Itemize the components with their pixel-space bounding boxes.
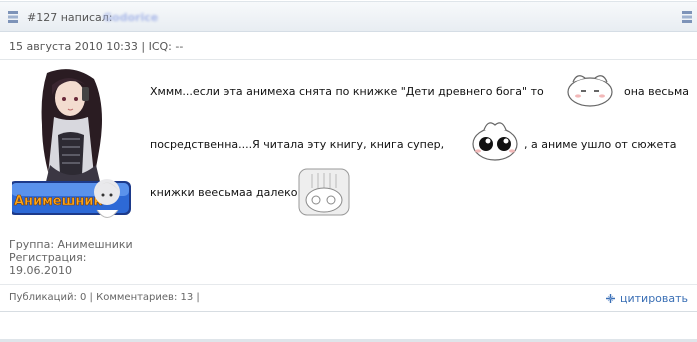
user-group: Группа: Анимешники bbox=[9, 238, 133, 251]
comment-post: #127 написал: Godorice 15 августа 2010 1… bbox=[0, 0, 697, 342]
quote-link[interactable]: цитировать bbox=[606, 292, 688, 305]
post-menu-icon[interactable] bbox=[681, 10, 693, 24]
footer-divider bbox=[0, 284, 697, 285]
post-icon bbox=[8, 11, 18, 23]
smiley-blank-icon bbox=[567, 75, 613, 107]
post-author-link[interactable]: Godorice bbox=[103, 11, 158, 24]
quote-label: цитировать bbox=[620, 292, 689, 305]
user-info: Группа: Анимешники Регистрация: 19.06.20… bbox=[9, 238, 133, 277]
quote-icon bbox=[606, 294, 615, 303]
post-header: #127 написал: Godorice bbox=[0, 1, 697, 32]
registration-date: 19.06.2010 bbox=[9, 264, 72, 277]
post-date-icq: 15 августа 2010 10:33 | ICQ: -- bbox=[9, 40, 184, 53]
message-text-2-tail: , а аниме ушло от сюжета bbox=[524, 138, 677, 151]
user-stats: Публикаций: 0 | Комментариев: 13 | bbox=[9, 292, 200, 303]
message-text-1: Хммм...если эта анимеха снята по книжке … bbox=[150, 85, 544, 98]
badge-text: Анимешник bbox=[14, 194, 102, 209]
user-avatar[interactable]: Анимешник bbox=[12, 65, 132, 230]
smiley-big-eyes-icon bbox=[472, 122, 518, 161]
message-text-2: посредственна....Я читала эту книгу, кни… bbox=[150, 138, 445, 151]
message-text-1-tail: она весьма bbox=[624, 85, 689, 98]
smiley-hiding-icon bbox=[298, 168, 350, 216]
message-text-3: книжки веесьмаа далеко bbox=[150, 186, 298, 199]
post-meta: 15 августа 2010 10:33 | ICQ: -- bbox=[0, 32, 697, 60]
footer-bottom-border bbox=[0, 311, 697, 312]
post-number: #127 написал: bbox=[27, 11, 113, 24]
message-line-3: книжки веесьмаа далеко bbox=[150, 186, 692, 199]
registration-label: Регистрация: bbox=[9, 251, 87, 264]
